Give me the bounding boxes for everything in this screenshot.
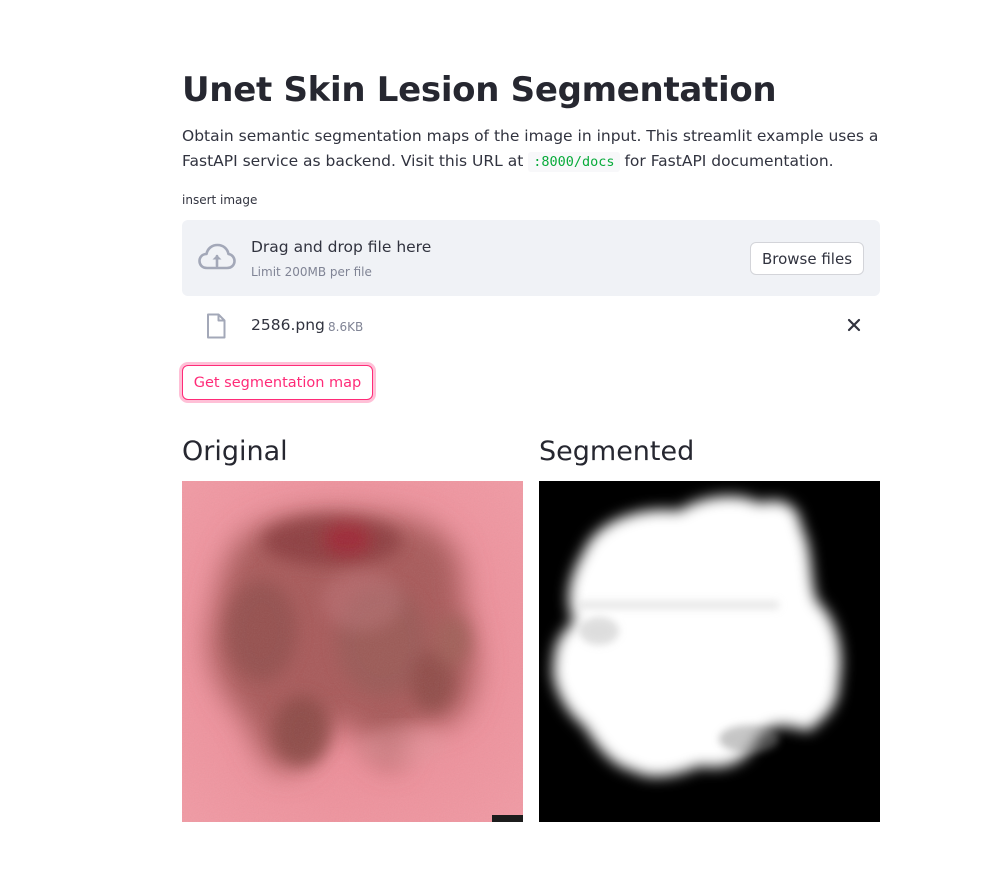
original-image: [182, 481, 523, 822]
uploader-label: insert image: [182, 193, 258, 207]
file-icon: [207, 313, 226, 339]
close-icon[interactable]: [846, 317, 862, 333]
uploaded-file-size: 8.6KB: [328, 320, 364, 334]
uploaded-file-name: 2586.png: [251, 316, 325, 334]
segmented-title: Segmented: [539, 436, 695, 467]
page-description: Obtain semantic segmentation maps of the…: [182, 124, 882, 175]
segmented-image: [539, 481, 880, 822]
cloud-upload-icon: [198, 243, 236, 270]
docs-url-code: :8000/docs: [528, 152, 620, 172]
page-title: Unet Skin Lesion Segmentation: [182, 70, 777, 110]
browse-files-button[interactable]: Browse files: [750, 242, 864, 275]
file-dropzone[interactable]: Drag and drop file here Limit 200MB per …: [182, 220, 880, 296]
dropzone-title: Drag and drop file here: [251, 238, 432, 256]
original-title: Original: [182, 436, 288, 467]
get-segmentation-map-button[interactable]: Get segmentation map: [182, 365, 373, 400]
description-text-2: for FastAPI documentation.: [624, 152, 834, 170]
dropzone-limit: Limit 200MB per file: [251, 265, 372, 279]
